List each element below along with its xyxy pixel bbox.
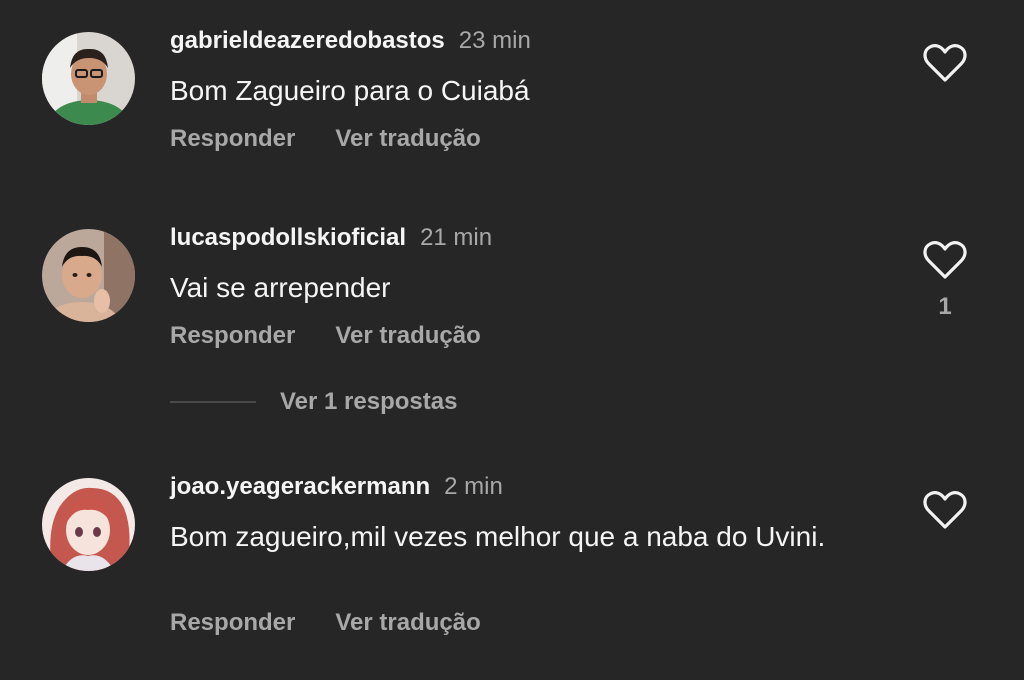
heart-outline-icon[interactable]: [922, 239, 968, 281]
avatar-image: [42, 229, 135, 322]
heart-outline-icon[interactable]: [922, 42, 968, 84]
translate-button[interactable]: Ver tradução: [335, 609, 480, 636]
comment-text: Vai se arrepender: [170, 272, 391, 303]
comment-text: Bom zagueiro,mil vezes melhor que a naba…: [170, 521, 826, 552]
replies-divider: [170, 401, 256, 403]
timestamp: 2 min: [444, 473, 503, 500]
avatar[interactable]: [42, 478, 135, 571]
comment-actions: Responder Ver tradução: [170, 124, 481, 154]
timestamp: 23 min: [458, 27, 531, 54]
comment-meta: joao.yeagerackermann 2 min: [170, 472, 503, 502]
avatar-image: [42, 32, 135, 125]
translate-button[interactable]: Ver tradução: [335, 322, 480, 349]
timestamp: 21 min: [420, 224, 493, 251]
comment-meta: gabrieldeazeredobastos 23 min: [170, 26, 531, 56]
avatar-image: [42, 478, 135, 571]
translate-button[interactable]: Ver tradução: [335, 125, 480, 152]
view-replies-label[interactable]: Ver 1 respostas: [280, 388, 457, 415]
like-count: 1: [938, 293, 952, 320]
username[interactable]: gabrieldeazeredobastos: [170, 27, 445, 54]
username[interactable]: lucaspodollskioficial: [170, 224, 406, 251]
comment-actions: Responder Ver tradução: [170, 321, 481, 351]
username[interactable]: joao.yeagerackermann: [170, 473, 430, 500]
reply-button[interactable]: Responder: [170, 609, 295, 636]
heart-outline-icon[interactable]: [922, 489, 968, 531]
comment-actions: Responder Ver tradução: [170, 608, 481, 638]
comment-meta: lucaspodollskioficial 21 min: [170, 223, 492, 253]
avatar[interactable]: [42, 32, 135, 125]
avatar[interactable]: [42, 229, 135, 322]
reply-button[interactable]: Responder: [170, 322, 295, 349]
reply-button[interactable]: Responder: [170, 125, 295, 152]
view-replies[interactable]: Ver 1 respostas: [170, 388, 457, 418]
comment-text: Bom Zagueiro para o Cuiabá: [170, 75, 530, 106]
comments-list: gabrieldeazeredobastos 23 min Bom Zagueir…: [0, 0, 1024, 680]
